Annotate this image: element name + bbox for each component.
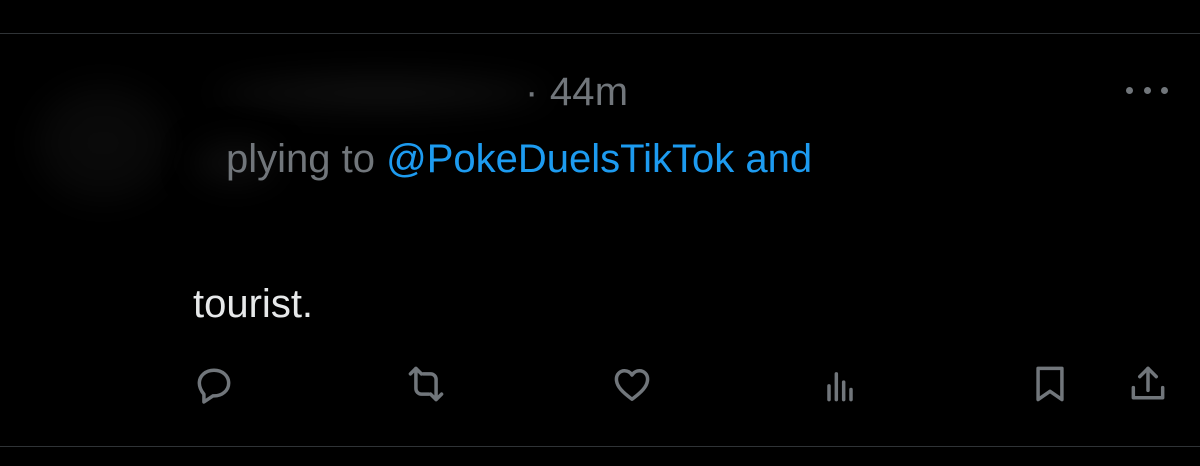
tweet-text: tourist. xyxy=(193,282,314,326)
reply-handle-link[interactable]: @PokeDuelsTikTok xyxy=(386,137,734,181)
redacted-username xyxy=(210,72,550,114)
more-icon-dot xyxy=(1161,86,1168,94)
heart-icon xyxy=(614,369,650,401)
views-icon xyxy=(827,372,853,402)
like-button[interactable] xyxy=(606,360,658,408)
replying-to-line: plying to @PokeDuelsTikTok and xyxy=(226,134,812,184)
reply-and-others-link[interactable]: and xyxy=(745,137,812,181)
more-icon xyxy=(1126,86,1133,94)
replying-to-label: plying to xyxy=(226,137,375,181)
more-options-button[interactable] xyxy=(1126,80,1168,100)
bookmark-icon xyxy=(1036,366,1064,402)
tweet-card: · 44m plying to @PokeDuelsTikTok and tou… xyxy=(0,0,1200,466)
bookmark-button[interactable] xyxy=(1024,360,1076,408)
retweet-button[interactable] xyxy=(400,360,452,408)
more-icon-dot xyxy=(1143,86,1151,94)
retweet-icon xyxy=(408,366,444,402)
share-icon xyxy=(1131,366,1165,400)
tweet-timestamp[interactable]: · 44m xyxy=(525,68,628,116)
top-divider xyxy=(0,33,1200,34)
bottom-divider xyxy=(0,446,1200,447)
share-button[interactable] xyxy=(1122,360,1174,408)
redacted-avatar xyxy=(28,78,178,208)
reply-icon xyxy=(197,368,231,404)
reply-button[interactable] xyxy=(188,360,240,408)
views-button[interactable] xyxy=(814,360,866,408)
